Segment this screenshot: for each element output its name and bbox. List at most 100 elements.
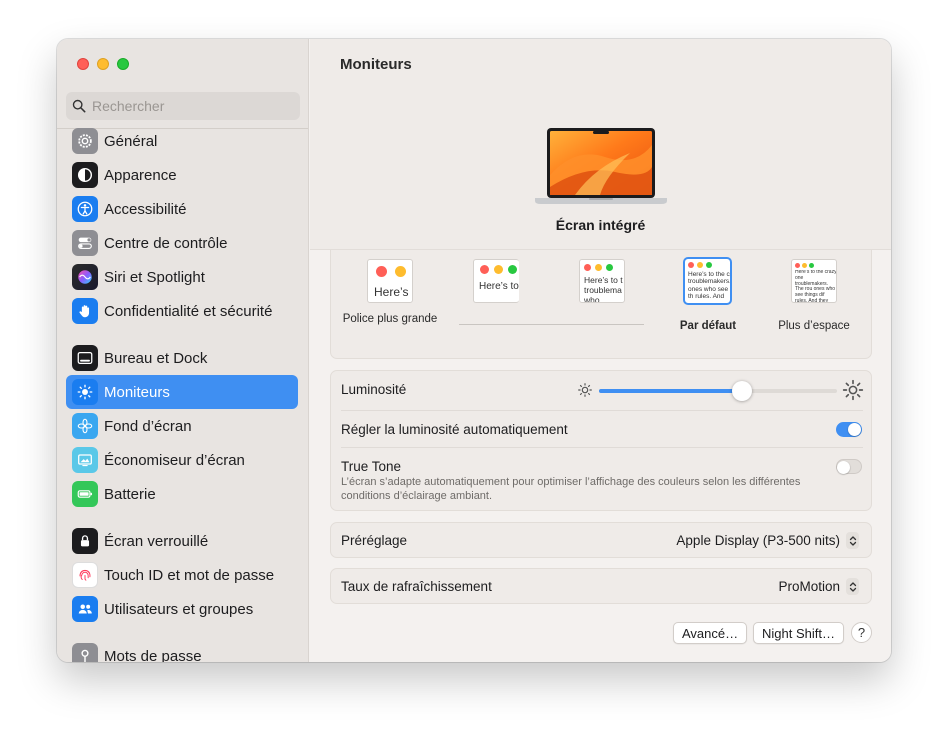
sidebar-item-label: Siri et Spotlight [104, 268, 205, 286]
resolution-thumb-text: Here’s [374, 285, 409, 299]
resolution-thumb-text: Here’s to the c troublemakers. ones who … [688, 271, 731, 301]
users-icon [72, 596, 98, 622]
preset-popup[interactable]: Apple Display (P3-500 nits) [676, 532, 859, 549]
brightness-slider[interactable] [599, 381, 837, 401]
main-panel: Moniteurs Écran intégré Here’s Police pl… [310, 39, 891, 662]
chevron-updown-icon [846, 532, 859, 549]
resolution-option-2[interactable]: Here’s to troublem [473, 259, 519, 303]
sidebar-item-label: Mots de passe [104, 647, 202, 663]
sidebar-item-lock-screen[interactable]: Écran verrouillé [66, 524, 298, 558]
resolution-thumb-text: Here’s to the crazy one troublemakers. T… [795, 270, 837, 302]
sidebar-item-label: Accessibilité [104, 200, 187, 218]
sidebar: Général Apparence Accessibilité [57, 39, 309, 662]
help-button[interactable]: ? [851, 622, 872, 643]
resolution-option-default[interactable]: Here’s to the c troublemakers. ones who … [683, 257, 732, 305]
true-tone-label: True Tone [341, 459, 402, 474]
sidebar-item-label: Apparence [104, 166, 177, 184]
sidebar-item-screensaver[interactable]: Économiseur d’écran [66, 443, 298, 477]
close-button[interactable] [77, 58, 89, 70]
dock-icon [72, 345, 98, 371]
true-tone-toggle[interactable] [836, 459, 862, 474]
sidebar-item-battery[interactable]: Batterie [66, 477, 298, 511]
minimize-button[interactable] [97, 58, 109, 70]
search-icon [72, 99, 86, 113]
auto-brightness-label: Régler la luminosité automatiquement [341, 422, 568, 437]
accessibility-icon [72, 196, 98, 222]
preset-card: Préréglage Apple Display (P3-500 nits) [330, 522, 872, 558]
sidebar-item-general[interactable]: Général [66, 124, 298, 158]
fingerprint-icon [72, 562, 98, 588]
resolution-card: Here’s Police plus grande Here’s to trou… [330, 250, 872, 359]
advanced-button[interactable]: Avancé… [673, 622, 748, 644]
sidebar-item-users[interactable]: Utilisateurs et groupes [66, 592, 298, 626]
sidebar-item-label: Centre de contrôle [104, 234, 228, 252]
brightness-card: Luminosité Régler la luminosité automati… [330, 370, 872, 511]
key-icon [72, 643, 98, 662]
sun-large-icon [842, 379, 864, 401]
siri-icon [72, 264, 98, 290]
row-divider [341, 410, 863, 411]
zoom-button[interactable] [117, 58, 129, 70]
control-center-icon [72, 230, 98, 256]
window-controls [77, 58, 129, 70]
brightness-label: Luminosité [341, 382, 407, 397]
brightness-slider-fill [599, 389, 742, 393]
sidebar-item-label: Moniteurs [104, 383, 170, 401]
sidebar-item-label: Fond d’écran [104, 417, 192, 435]
sidebar-item-wallpaper[interactable]: Fond d’écran [66, 409, 298, 443]
screensaver-icon [72, 447, 98, 473]
sidebar-item-desktop-dock[interactable]: Bureau et Dock [66, 341, 298, 375]
sun-icon [72, 379, 98, 405]
sidebar-item-label: Économiseur d’écran [104, 451, 245, 469]
true-tone-description: L’écran s’adapte automatiquement pour op… [341, 476, 801, 502]
sidebar-item-label: Bureau et Dock [104, 349, 208, 367]
resolution-label: Par défaut [679, 320, 737, 332]
flower-icon [72, 413, 98, 439]
resolution-option-more-space[interactable]: Here’s to the crazy one troublemakers. T… [791, 259, 837, 303]
display-hero: Moniteurs Écran intégré [310, 39, 891, 250]
sidebar-item-label: Confidentialité et sécurité [104, 302, 273, 320]
sidebar-item-touch-id[interactable]: Touch ID et mot de passe [66, 558, 298, 592]
sidebar-item-appearance[interactable]: Apparence [66, 158, 298, 192]
preset-value: Apple Display (P3-500 nits) [676, 533, 840, 548]
resolution-label: Police plus grande [342, 313, 438, 325]
settings-window: Général Apparence Accessibilité [57, 39, 891, 662]
gear-icon [72, 128, 98, 154]
refresh-popup[interactable]: ProMotion [778, 578, 859, 595]
battery-icon [72, 481, 98, 507]
display-name: Écran intégré [555, 217, 646, 233]
chevron-updown-icon [846, 578, 859, 595]
preset-label: Préréglage [341, 533, 408, 548]
appearance-icon [72, 162, 98, 188]
resolution-option-larger-text[interactable]: Here’s [367, 259, 413, 303]
night-shift-button[interactable]: Night Shift… [753, 622, 844, 644]
sun-small-icon [578, 383, 592, 397]
row-divider [341, 447, 863, 448]
sidebar-item-privacy[interactable]: Confidentialité et sécurité [66, 294, 298, 328]
auto-brightness-toggle[interactable] [836, 422, 862, 437]
sidebar-item-displays[interactable]: Moniteurs [66, 375, 298, 409]
page-title: Moniteurs [340, 56, 412, 73]
sidebar-item-label: Touch ID et mot de passe [104, 566, 275, 584]
refresh-card: Taux de rafraîchissement ProMotion [330, 568, 872, 604]
refresh-value: ProMotion [778, 579, 840, 594]
resolution-thumb-text: Here’s to t troublema ones who [584, 275, 624, 303]
search-field[interactable] [66, 92, 300, 120]
resolution-thumb-text: Here’s to troublem [479, 281, 519, 292]
sidebar-item-siri[interactable]: Siri et Spotlight [66, 260, 298, 294]
sidebar-item-passwords[interactable]: Mots de passe [66, 639, 298, 662]
brightness-slider-thumb[interactable] [731, 381, 752, 401]
sidebar-item-accessibility[interactable]: Accessibilité [66, 192, 298, 226]
resolution-option-3[interactable]: Here’s to t troublema ones who [579, 259, 625, 303]
sidebar-item-control-center[interactable]: Centre de contrôle [66, 226, 298, 260]
resolution-label: Plus d’espace [778, 320, 850, 332]
refresh-label: Taux de rafraîchissement [341, 579, 492, 594]
sidebar-item-label: Général [104, 132, 158, 150]
sidebar-item-label: Écran verrouillé [104, 532, 209, 550]
laptop-icon[interactable] [535, 127, 667, 207]
lock-icon [72, 528, 98, 554]
sidebar-item-label: Utilisateurs et groupes [104, 600, 254, 618]
search-input[interactable] [92, 98, 292, 114]
hand-icon [72, 298, 98, 324]
resolution-track [459, 324, 644, 325]
